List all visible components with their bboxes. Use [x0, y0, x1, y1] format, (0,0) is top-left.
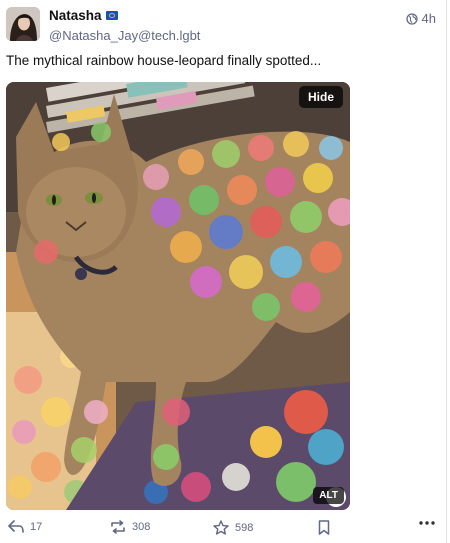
globe-icon: [405, 12, 418, 25]
post-content: The mythical rainbow house-leopard final…: [6, 53, 322, 68]
boost-icon: [111, 520, 125, 534]
favourite-button[interactable]: 598: [213, 520, 253, 535]
action-bar: 17 308 598: [0, 520, 450, 542]
eu-flag-icon: [105, 10, 118, 20]
time-text: 4h: [421, 11, 436, 26]
display-name-text[interactable]: Natasha: [49, 8, 102, 23]
post-timestamp[interactable]: 4h: [405, 11, 436, 26]
attachment-image: [6, 82, 350, 510]
timeline-divider: [446, 0, 447, 543]
media-attachment[interactable]: Hide ALT: [6, 82, 350, 510]
boost-button[interactable]: 308: [110, 520, 150, 534]
more-button[interactable]: [419, 520, 435, 526]
reply-icon: [8, 520, 24, 533]
star-icon: [213, 520, 229, 535]
display-name[interactable]: Natasha: [49, 8, 118, 23]
favourite-count: 598: [235, 521, 254, 534]
avatar[interactable]: [6, 7, 40, 41]
post-card: Natasha @Natasha_Jay@tech.lgbt 4h The my…: [0, 0, 450, 543]
hide-media-button[interactable]: Hide: [298, 86, 343, 108]
reply-button[interactable]: 17: [8, 520, 42, 533]
account-handle[interactable]: @Natasha_Jay@tech.lgbt: [49, 28, 200, 43]
bookmark-icon: [318, 520, 330, 535]
more-icon: [419, 521, 435, 525]
alt-text-badge[interactable]: ALT: [313, 487, 344, 504]
reply-count: 17: [30, 520, 43, 533]
bookmark-button[interactable]: [318, 520, 330, 535]
boost-count: 308: [132, 521, 151, 533]
